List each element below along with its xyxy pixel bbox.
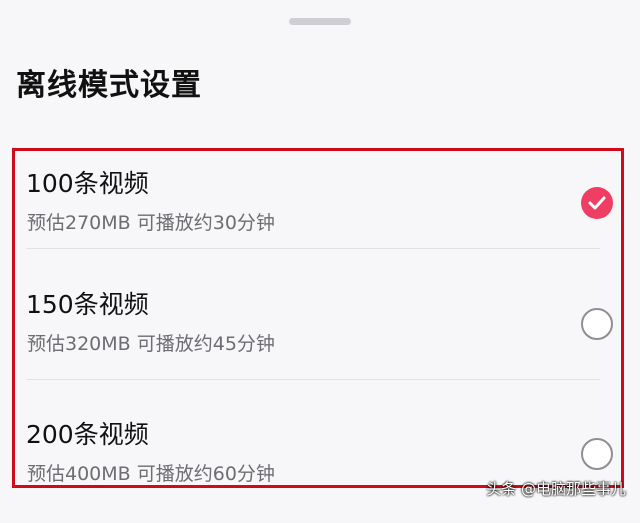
divider [26,248,600,249]
option-description: 预估320MB 可播放约45分钟 [27,333,275,355]
option-150-videos[interactable]: 150条视频 预估320MB 可播放约45分钟 [26,273,626,393]
offline-mode-sheet: 离线模式设置 100条视频 预估270MB 可播放约30分钟 150条视频 预估… [0,0,640,513]
option-label: 150条视频 [26,290,149,319]
option-description: 预估270MB 可播放约30分钟 [27,212,275,234]
option-100-videos[interactable]: 100条视频 预估270MB 可播放约30分钟 [26,152,626,272]
option-description: 预估400MB 可播放约60分钟 [27,463,275,485]
page-title: 离线模式设置 [16,68,202,103]
option-label: 100条视频 [26,169,149,198]
drag-handle[interactable] [289,18,351,25]
checkmark-icon[interactable] [581,187,613,219]
watermark: 头条 @电脑那些事儿 [486,480,626,498]
option-label: 200条视频 [26,420,149,449]
radio-unselected-icon[interactable] [581,308,613,340]
option-200-videos[interactable]: 200条视频 预估400MB 可播放约60分钟 [26,403,626,523]
radio-unselected-icon[interactable] [581,438,613,470]
divider [26,379,600,380]
